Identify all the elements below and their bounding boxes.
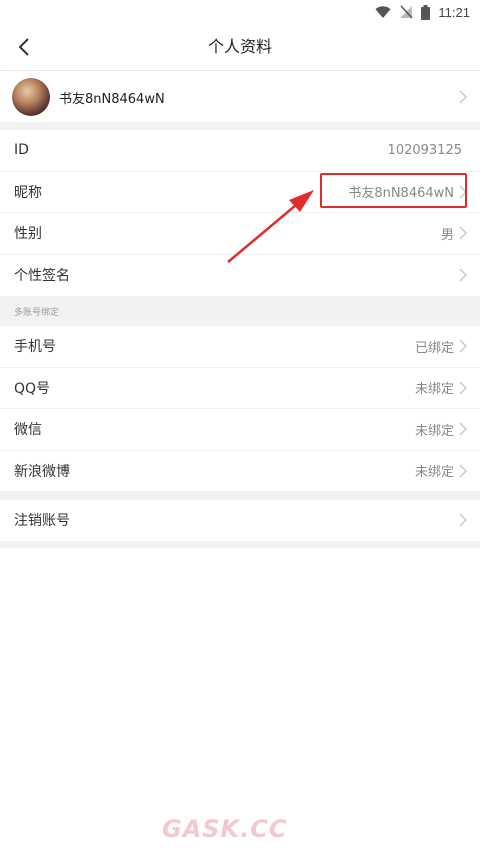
nickname-row[interactable]: 昵称 书友8nN8464wN <box>0 172 480 213</box>
chevron-right-icon <box>459 513 467 527</box>
chevron-right-icon <box>459 422 467 436</box>
profile-nickname: 书友8nN8464wN <box>59 91 165 107</box>
gender-label: 性别 <box>14 226 42 243</box>
phone-value: 已绑定 <box>414 340 454 356</box>
wechat-row[interactable]: 微信 未绑定 <box>0 409 480 451</box>
phone-row[interactable]: 手机号 已绑定 <box>0 326 480 368</box>
chevron-right-icon <box>459 339 467 353</box>
title-bar: 个人资料 <box>0 24 480 71</box>
section-divider <box>0 122 480 130</box>
status-icons: 11:21 <box>375 3 470 21</box>
qq-label: QQ号 <box>14 380 51 397</box>
delete-account-row[interactable]: 注销账号 <box>0 500 480 541</box>
back-arrow-icon <box>18 38 29 56</box>
gender-row[interactable]: 性别 男 <box>0 213 480 255</box>
id-label: ID <box>14 142 29 159</box>
section-divider <box>0 541 480 548</box>
status-bar: 11:21 <box>0 0 480 24</box>
delete-account-label: 注销账号 <box>14 513 70 530</box>
wechat-label: 微信 <box>14 422 42 439</box>
chevron-right-icon <box>459 268 467 282</box>
wifi-icon <box>375 5 391 18</box>
qq-row[interactable]: QQ号 未绑定 <box>0 368 480 409</box>
avatar[interactable] <box>12 78 50 116</box>
chevron-right-icon <box>459 226 467 240</box>
binding-section: 手机号 已绑定 QQ号 未绑定 微信 未绑定 新浪微博 未绑定 <box>0 326 480 491</box>
no-signal-icon <box>400 5 413 19</box>
id-value: 102093125 <box>387 142 462 158</box>
wechat-value: 未绑定 <box>414 423 454 439</box>
clock-time: 11:21 <box>438 4 470 20</box>
info-section: ID 102093125 昵称 书友8nN8464wN 性别 男 个性签名 <box>0 130 480 295</box>
phone-label: 手机号 <box>14 339 56 356</box>
weibo-row[interactable]: 新浪微博 未绑定 <box>0 451 480 492</box>
watermark: GASK.CC <box>162 815 288 843</box>
binding-caption: 多账号绑定 <box>14 308 60 318</box>
chevron-right-icon <box>459 381 467 395</box>
profile-row[interactable]: 书友8nN8464wN <box>0 72 480 122</box>
account-section: 注销账号 <box>0 500 480 541</box>
signature-label: 个性签名 <box>14 267 70 284</box>
chevron-right-icon <box>459 464 467 478</box>
weibo-value: 未绑定 <box>414 465 454 481</box>
page-title: 个人资料 <box>207 37 272 56</box>
chevron-right-icon <box>459 90 467 104</box>
nickname-label: 昵称 <box>14 184 42 201</box>
binding-caption-band: 多账号绑定 <box>0 296 480 326</box>
profile-section: 书友8nN8464wN <box>0 72 480 122</box>
qq-value: 未绑定 <box>414 382 454 398</box>
signature-row[interactable]: 个性签名 <box>0 255 480 296</box>
nickname-value: 书友8nN8464wN <box>348 186 454 202</box>
chevron-right-icon <box>459 185 467 199</box>
weibo-label: 新浪微博 <box>14 463 70 480</box>
id-row: ID 102093125 <box>0 130 480 172</box>
battery-icon <box>421 4 431 20</box>
gender-value: 男 <box>440 227 454 243</box>
back-button[interactable] <box>8 32 40 62</box>
section-divider <box>0 491 480 500</box>
